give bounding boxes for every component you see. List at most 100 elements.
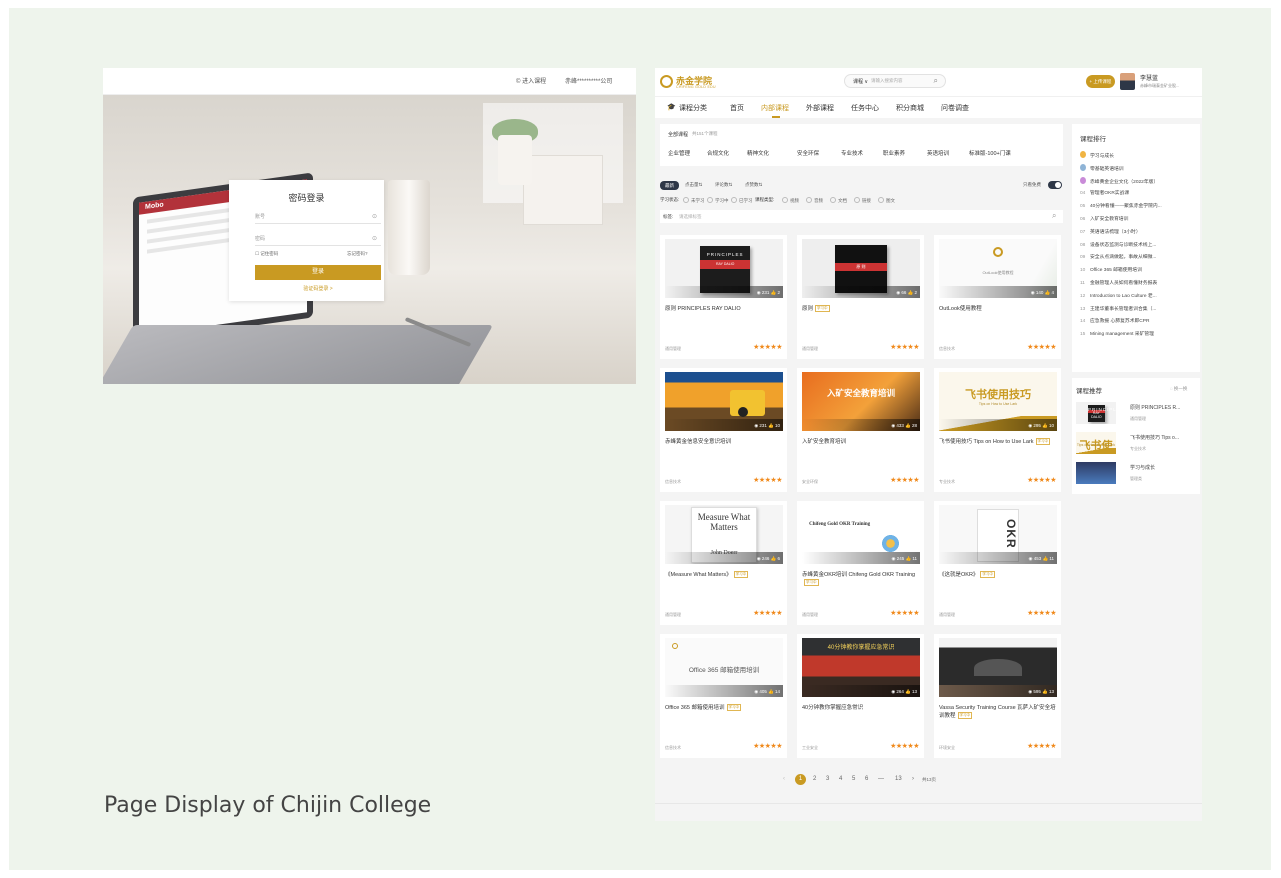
category-item[interactable]: 标准版-100+门课 bbox=[969, 149, 1011, 157]
sort-likes[interactable]: 点赞数⇅ bbox=[745, 182, 762, 188]
ranking-item[interactable]: 赤峰黄金企业文化（2022年版） bbox=[1080, 176, 1198, 185]
forget-password-link[interactable]: 忘记密码? bbox=[347, 251, 368, 257]
enter-course-link[interactable]: © 进入课程 bbox=[516, 76, 546, 85]
type-document[interactable]: 文档 bbox=[830, 197, 847, 204]
course-title[interactable]: 40分钟教你掌握应急常识 bbox=[802, 704, 920, 712]
upload-course-button[interactable]: + 上传课程 bbox=[1086, 75, 1115, 88]
course-card[interactable]: OKR ◉ 453 👍 11 《这就是OKR》 学习中 通用管理 ★★★★★ bbox=[934, 501, 1061, 625]
course-title[interactable]: 赤峰黄金OKR培训 Chifeng Gold OKR Training学习中 bbox=[802, 571, 920, 587]
category-item[interactable]: 合规文化 bbox=[707, 149, 729, 157]
course-thumbnail[interactable]: OKR ◉ 453 👍 11 bbox=[939, 505, 1057, 564]
type-image-text[interactable]: 图文 bbox=[878, 197, 895, 204]
course-card[interactable]: ◉ 595 👍 13 Vassa Security Training Course… bbox=[934, 634, 1061, 758]
course-card[interactable]: 飞书使用技巧 Tips on How to Use Lark ◉ 295 👍 10 飞… bbox=[934, 368, 1061, 492]
next-page-icon[interactable]: › bbox=[912, 776, 914, 782]
login-button[interactable]: 登录 bbox=[255, 265, 381, 280]
course-card[interactable]: 入矿安全教育培训 ◉ 433 👍 28 入矿安全教育培训 安全环保 ★★★★★ bbox=[797, 368, 924, 492]
remember-checkbox[interactable]: ☐ 记住密码 bbox=[255, 251, 278, 257]
ranking-item[interactable]: 09 安全从点滴做起，事故从细微... bbox=[1080, 253, 1198, 260]
all-courses[interactable]: 全部课程 bbox=[668, 131, 688, 138]
ranking-item[interactable]: 04 管理者OKR实战课 bbox=[1080, 189, 1198, 196]
nav-task-center[interactable]: 任务中心 bbox=[851, 103, 879, 113]
recommend-thumbnail[interactable]: PRINCIPLESRAY DALIO bbox=[1076, 402, 1116, 424]
ranking-item[interactable]: 15 Mining management 采矿管理 bbox=[1080, 330, 1198, 337]
recommend-thumbnail[interactable]: 飞书使用技巧Tips on How to Use Lark bbox=[1076, 432, 1116, 454]
ranking-item[interactable]: 12 Introduction to Lao Culture 老... bbox=[1080, 292, 1198, 299]
sort-comments[interactable]: 评论数⇅ bbox=[715, 182, 732, 188]
page-link[interactable]: 5 bbox=[852, 776, 855, 782]
course-card[interactable]: 原 则 ◉ 66 👍 2 原则 学习中 通用管理 ★★★★★ bbox=[797, 235, 924, 359]
password-input[interactable]: 密码 ⊙ bbox=[255, 233, 381, 246]
status-in-progress[interactable]: 学习中 bbox=[707, 197, 729, 204]
course-title[interactable]: Office 365 邮箱使用培训 学习中 bbox=[665, 704, 783, 712]
course-thumbnail[interactable]: ◉ 231 👍 10 bbox=[665, 372, 783, 431]
ranking-item[interactable]: 零基础英语培训 bbox=[1080, 163, 1198, 172]
course-thumbnail[interactable]: ◉ 595 👍 13 bbox=[939, 638, 1057, 697]
sort-clicks[interactable]: 点击量⇅ bbox=[685, 182, 702, 188]
course-title[interactable]: 入矿安全教育培训 bbox=[802, 438, 920, 446]
nav-points-mall[interactable]: 积分商城 bbox=[896, 103, 924, 113]
recommend-item[interactable]: 学习与成长 管理类 bbox=[1076, 462, 1200, 488]
search-box[interactable]: 课程 ∨ 请输入搜索内容 ⌕ bbox=[844, 74, 946, 88]
course-thumbnail[interactable]: OutLook使用教程 ◉ 140 👍 4 bbox=[939, 239, 1057, 298]
prev-page-icon[interactable]: ‹ bbox=[783, 776, 785, 782]
category-item[interactable]: 精神文化 bbox=[747, 149, 769, 157]
course-thumbnail[interactable]: PRINCIPLES RAY DALIO ◉ 231 👍 2 bbox=[665, 239, 783, 298]
nav-category[interactable]: 课程分类 bbox=[679, 103, 707, 113]
category-item[interactable]: 企业管理 bbox=[668, 149, 690, 157]
avatar[interactable] bbox=[1120, 73, 1135, 90]
category-item[interactable]: 职业素养 bbox=[883, 149, 905, 157]
status-completed[interactable]: 已学习 bbox=[731, 197, 753, 204]
username-input[interactable]: 账号 ⊙ bbox=[255, 211, 381, 224]
course-title[interactable]: 原则 PRINCIPLES RAY DALIO bbox=[665, 305, 783, 313]
course-title[interactable]: 原则 学习中 bbox=[802, 305, 920, 313]
course-title[interactable]: Vassa Security Training Course 瓦萨入矿安全培训教… bbox=[939, 704, 1057, 720]
nav-survey[interactable]: 问卷调查 bbox=[941, 103, 969, 113]
ranking-item[interactable]: 08 设备状态监测与诊断技术线上... bbox=[1080, 241, 1198, 248]
page-link[interactable]: 13 bbox=[895, 776, 902, 782]
nav-external-courses[interactable]: 外部课程 bbox=[806, 103, 834, 113]
sms-login-link[interactable]: 验证码登录 > bbox=[229, 285, 407, 292]
course-thumbnail[interactable]: Chifeng Gold OKR Training ◉ 245 👍 11 bbox=[802, 505, 920, 564]
type-link[interactable]: 链接 bbox=[854, 197, 871, 204]
ranking-item[interactable]: 10 Office 365 邮箱使用培训 bbox=[1080, 266, 1198, 273]
course-thumbnail[interactable]: 入矿安全教育培训 ◉ 433 👍 28 bbox=[802, 372, 920, 431]
course-thumbnail[interactable]: 飞书使用技巧 Tips on How to Use Lark ◉ 295 👍 10 bbox=[939, 372, 1057, 431]
ranking-item[interactable]: 13 王建华董事长管理者训合集（... bbox=[1080, 305, 1198, 312]
recommend-item[interactable]: PRINCIPLESRAY DALIO 原则 PRINCIPLES R... 通用管… bbox=[1076, 402, 1200, 428]
course-card[interactable]: OutLook使用教程 ◉ 140 👍 4 OutLook使用教程 信息技术 ★★★★★ bbox=[934, 235, 1061, 359]
course-card[interactable]: PRINCIPLES RAY DALIO ◉ 231 👍 2 原则 PRINCIPLE… bbox=[660, 235, 787, 359]
page-link[interactable]: 2 bbox=[813, 776, 816, 782]
course-title[interactable]: 飞书使用技巧 Tips on How to Use Lark 学习中 bbox=[939, 438, 1057, 446]
course-card[interactable]: 40分钟教你掌握应急常识 ◉ 264 👍 13 40分钟教你掌握应急常识 工业安全 ★★… bbox=[797, 634, 924, 758]
nav-internal-courses[interactable]: 内部课程 bbox=[761, 103, 789, 113]
nav-home[interactable]: 首页 bbox=[730, 103, 744, 113]
free-only-toggle[interactable] bbox=[1048, 181, 1062, 189]
ranking-item[interactable]: 14 应急救援 心肺复苏术即CPR bbox=[1080, 317, 1198, 324]
course-title[interactable]: 《Measure What Matters》 学习中 bbox=[665, 571, 783, 579]
ranking-item[interactable]: 05 40分钟看懂——聚焦赤金学院内... bbox=[1080, 202, 1198, 209]
type-video[interactable]: 视频 bbox=[782, 197, 799, 204]
category-item[interactable]: 专业技术 bbox=[841, 149, 863, 157]
course-title[interactable]: OutLook使用教程 bbox=[939, 305, 1057, 313]
ranking-item[interactable]: 学习与成长 bbox=[1080, 151, 1198, 159]
refresh-button[interactable]: ◌ 换一换 bbox=[1170, 386, 1187, 392]
search-icon[interactable]: ⌕ bbox=[934, 76, 938, 86]
sort-latest[interactable]: 最新 bbox=[660, 181, 679, 190]
eye-icon[interactable]: ⊙ bbox=[372, 233, 377, 246]
ranking-item[interactable]: 11 金融管理人员如何看懂财务报表 bbox=[1080, 279, 1198, 286]
course-title[interactable]: 《这就是OKR》 学习中 bbox=[939, 571, 1057, 579]
type-audio[interactable]: 音频 bbox=[806, 197, 823, 204]
status-not-started[interactable]: 未学习 bbox=[683, 197, 705, 204]
page-link[interactable]: 3 bbox=[826, 776, 829, 782]
course-thumbnail[interactable]: 原 则 ◉ 66 👍 2 bbox=[802, 239, 920, 298]
course-title[interactable]: 赤峰黄金信息安全意识培训 bbox=[665, 438, 783, 446]
category-item[interactable]: 安全环保 bbox=[797, 149, 819, 157]
search-icon[interactable]: ⌕ bbox=[1052, 211, 1056, 221]
course-thumbnail[interactable]: Office 365 邮箱使用培训 ◉ 405 👍 14 bbox=[665, 638, 783, 697]
course-card[interactable]: Chifeng Gold OKR Training ◉ 245 👍 11 赤峰黄金O… bbox=[797, 501, 924, 625]
course-card[interactable]: ◉ 231 👍 10 赤峰黄金信息安全意识培训 信息技术 ★★★★★ bbox=[660, 368, 787, 492]
page-current[interactable]: 1 bbox=[795, 774, 806, 785]
ranking-item[interactable]: 07 英语语法梳理（3小时） bbox=[1080, 228, 1198, 235]
search-type-select[interactable]: 课程 ∨ bbox=[853, 78, 868, 85]
